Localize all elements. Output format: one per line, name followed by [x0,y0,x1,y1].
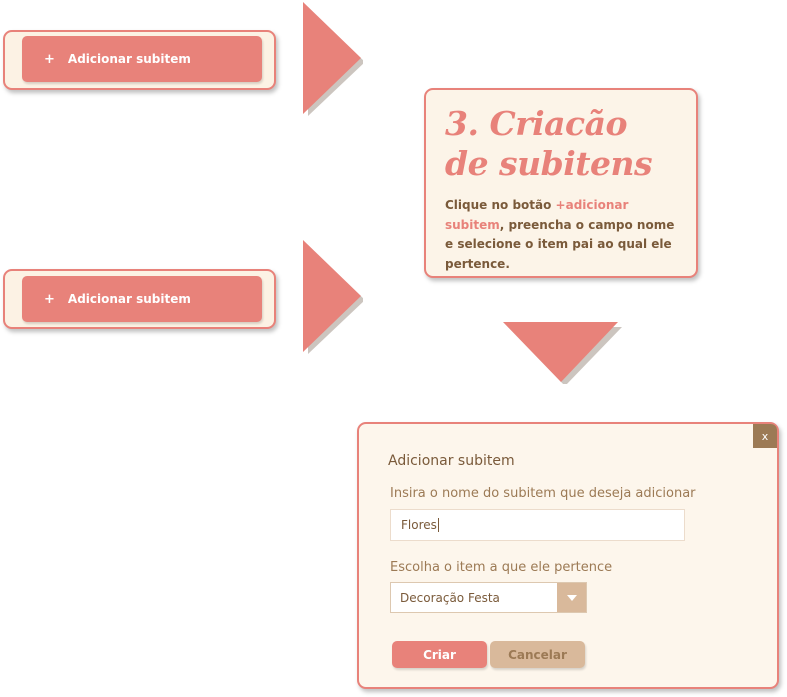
add-subitem-label: Adicionar subitem [67,52,191,66]
add-subitem-label: Adicionar subitem [67,292,191,306]
text-caret [437,518,439,532]
parent-value: Decoração Festa [400,591,500,605]
name-value: Flores [401,518,437,532]
parent-label: Escolha o item a que ele pertence [390,560,613,575]
info-title: 3. Criacão de subitens [445,104,685,184]
info-description: Clique no botão +adicionar subitem, pree… [445,196,685,274]
add-subitem-card-1: + Adicionar subitem [3,30,276,90]
info-title-line2: de subitens [445,144,653,183]
info-title-line1: 3. Criacão [445,104,628,143]
arrow-right-icon [303,2,363,116]
chevron-down-icon[interactable] [557,583,586,612]
name-label: Insira o nome do subitem que deseja adic… [390,486,696,501]
dialog-title: Adicionar subitem [388,453,515,469]
plus-icon: + [44,51,55,67]
add-subitem-button-1[interactable]: + Adicionar subitem [22,36,262,82]
close-button[interactable]: x [753,424,777,448]
add-subitem-dialog: x Adicionar subitem Insira o nome do sub… [357,422,779,689]
parent-item-select[interactable]: Decoração Festa [390,582,587,613]
add-subitem-card-2: + Adicionar subitem [3,269,276,329]
add-subitem-button-2[interactable]: + Adicionar subitem [22,276,262,322]
create-button[interactable]: Criar [392,641,487,668]
plus-icon: + [44,291,55,307]
arrow-down-icon [503,322,622,384]
cancel-button[interactable]: Cancelar [490,641,585,668]
arrow-right-icon [303,240,363,354]
subitem-name-input[interactable]: Flores [390,509,685,541]
info-card: 3. Criacão de subitens Clique no botão +… [424,88,698,278]
desc-text: Clique no botão [445,198,556,212]
